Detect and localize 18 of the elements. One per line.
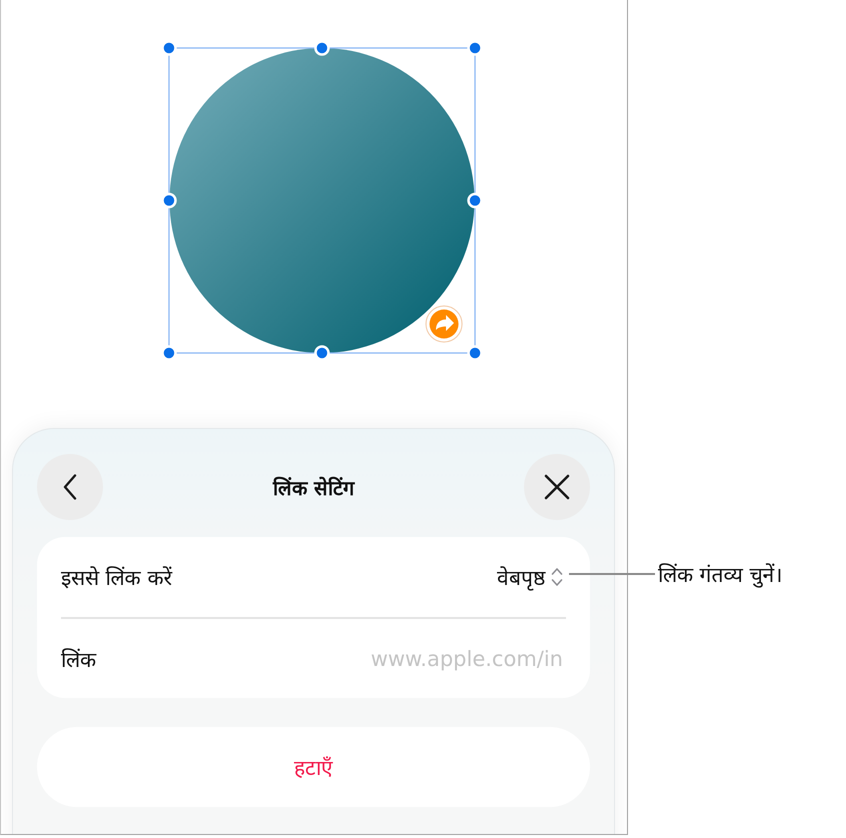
selection-handle[interactable]: [467, 192, 483, 208]
row-label: लिंक: [61, 646, 96, 672]
close-icon: [544, 474, 570, 500]
callout-text: लिंक गंतव्य चुनें।: [658, 562, 782, 588]
remove-button[interactable]: हटाएँ: [37, 727, 590, 807]
chevron-left-icon: [63, 474, 77, 500]
selection-handle[interactable]: [314, 345, 330, 361]
row-label: इससे लिंक करें: [61, 565, 172, 591]
selection-handle[interactable]: [161, 192, 177, 208]
link-field[interactable]: www.apple.com/in: [112, 646, 566, 670]
selection-handle[interactable]: [161, 345, 177, 361]
selection-handle[interactable]: [467, 40, 483, 56]
link-type-popup[interactable]: वेबपृष्ठ: [497, 563, 566, 591]
selection-handle[interactable]: [161, 40, 177, 56]
selection-handle[interactable]: [467, 345, 483, 361]
sheet-title: लिंक सेटिंग: [273, 474, 354, 500]
updown-chevron-icon: [551, 567, 563, 587]
selection-handle[interactable]: [314, 40, 330, 56]
